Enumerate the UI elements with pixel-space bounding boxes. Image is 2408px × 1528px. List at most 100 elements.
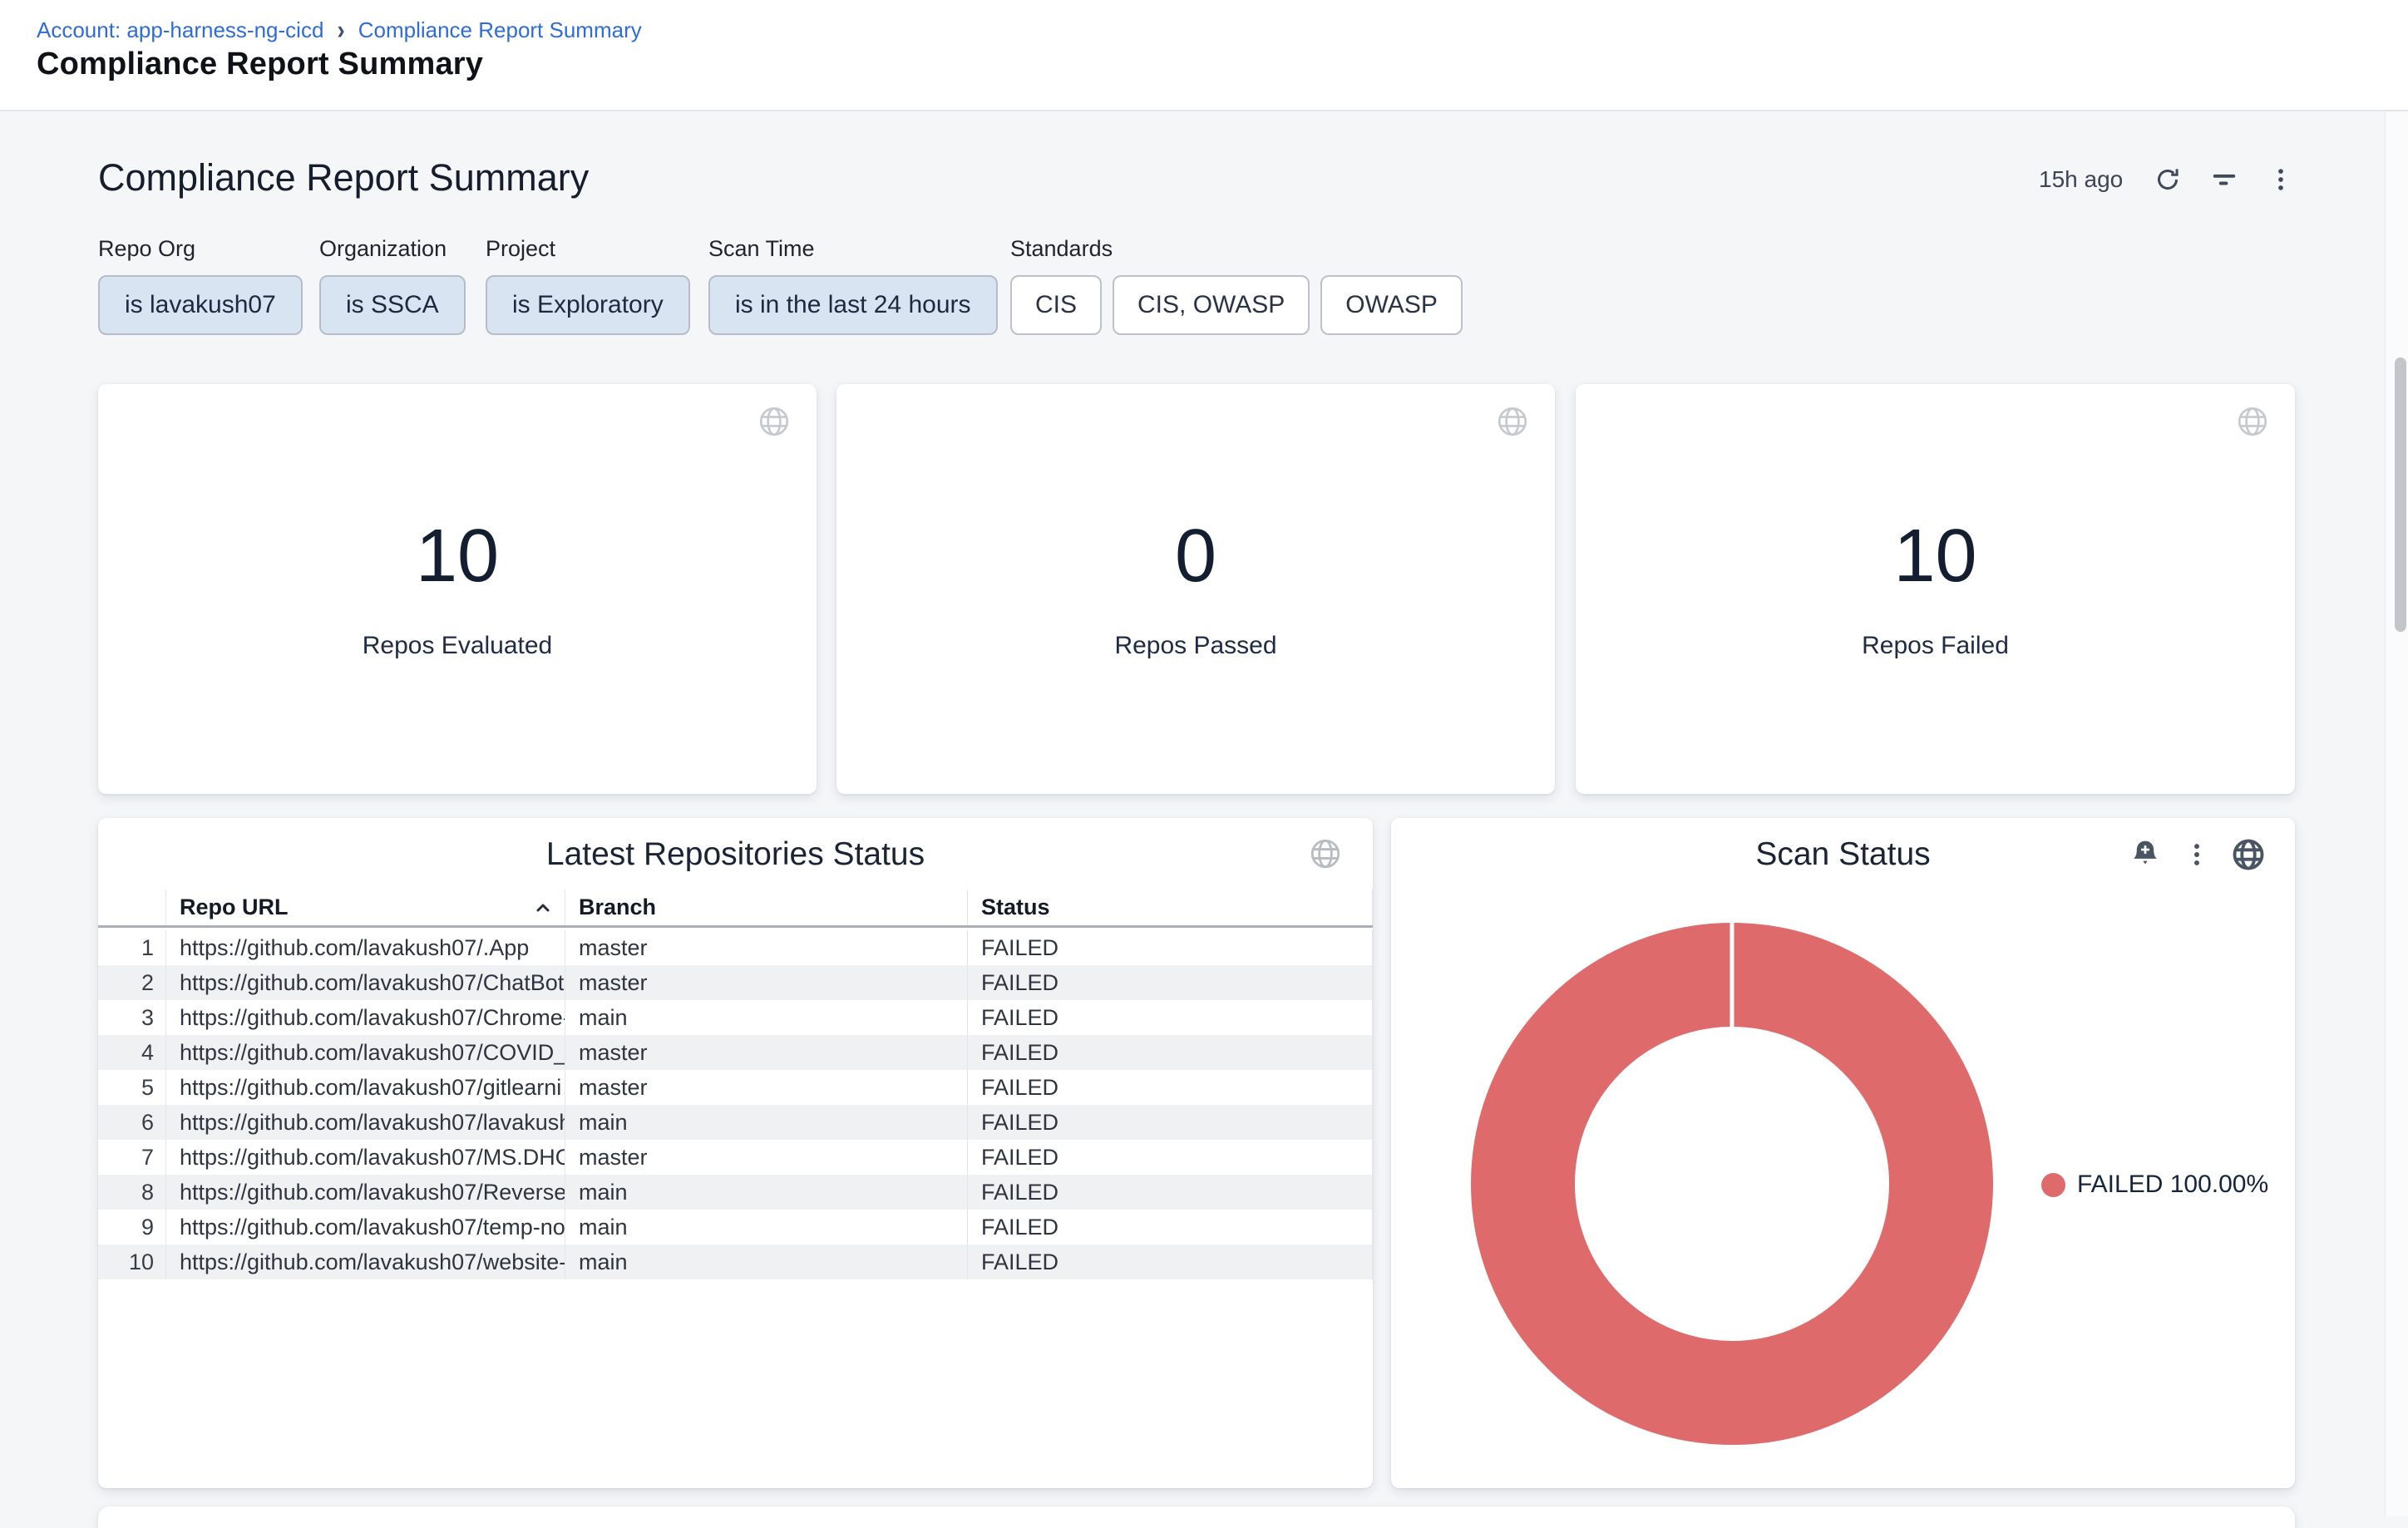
cell-repo-url: https://github.com/lavakush07/website-1: [166, 1245, 565, 1279]
filter-icon[interactable]: [2208, 163, 2241, 196]
cell-repo-url: https://github.com/lavakush07/Chrome-…: [166, 1000, 565, 1035]
cell-branch: master: [565, 1070, 968, 1105]
globe-icon[interactable]: [1495, 404, 1530, 439]
cell-status: FAILED: [968, 1070, 1373, 1105]
row-number: 10: [98, 1245, 166, 1279]
kebab-menu-icon[interactable]: [2264, 163, 2297, 196]
row-number: 2: [98, 965, 166, 1000]
table-row: 3 https://github.com/lavakush07/Chrome-……: [98, 1000, 1373, 1035]
cell-repo-url: https://github.com/lavakush07/COVID_T…: [166, 1035, 565, 1070]
top-header: Account: app-harness-ng-cicd › Complianc…: [0, 0, 2408, 111]
chevron-up-icon: [533, 898, 553, 918]
table-row: 4 https://github.com/lavakush07/COVID_T……: [98, 1035, 1373, 1070]
table-row: 5 https://github.com/lavakush07/gitlearn…: [98, 1070, 1373, 1105]
table-row: 8 https://github.com/lavakush07/Reverse-…: [98, 1175, 1373, 1210]
scan-panel-actions: [2127, 836, 2267, 873]
filter-label: Standards: [1010, 236, 1463, 262]
filter-chip-repo-org[interactable]: is lavakush07: [98, 275, 303, 335]
cell-status: FAILED: [968, 1175, 1373, 1210]
row-number: 4: [98, 1035, 166, 1070]
cell-status: FAILED: [968, 1000, 1373, 1035]
cell-status: FAILED: [968, 930, 1373, 965]
stat-value: 0: [1175, 519, 1216, 594]
column-header-repo-url[interactable]: Repo URL: [166, 890, 565, 925]
donut-slice-failed[interactable]: [1523, 975, 1942, 1393]
globe-icon[interactable]: [2235, 404, 2270, 439]
kebab-menu-icon[interactable]: [2179, 836, 2215, 873]
filter-label: Project: [486, 236, 690, 262]
stat-label: Repos Evaluated: [363, 632, 553, 660]
cell-branch: main: [565, 1210, 968, 1245]
cell-branch: main: [565, 1245, 968, 1279]
dashboard-title: Compliance Report Summary: [98, 156, 589, 200]
table-row: 1 https://github.com/lavakush07/.App mas…: [98, 930, 1373, 965]
column-header-status[interactable]: Status: [968, 890, 1373, 925]
table-body: 1 https://github.com/lavakush07/.App mas…: [98, 930, 1373, 1279]
bell-plus-icon[interactable]: [2127, 836, 2164, 873]
cell-branch: master: [565, 1140, 968, 1175]
globe-icon[interactable]: [1308, 836, 1343, 871]
breadcrumb-separator: ›: [337, 15, 344, 46]
scrollbar-track[interactable]: [2385, 111, 2408, 1516]
latest-repositories-panel: Latest Repositories Status Repo URL Bran…: [98, 818, 1373, 1488]
cell-branch: main: [565, 1175, 968, 1210]
last-updated-text: 15h ago: [2039, 166, 2123, 193]
stat-card-repos-failed: 10 Repos Failed: [1576, 384, 2295, 794]
cell-status: FAILED: [968, 1035, 1373, 1070]
cell-branch: master: [565, 930, 968, 965]
globe-icon[interactable]: [757, 404, 792, 439]
row-number: 5: [98, 1070, 166, 1105]
cell-status: FAILED: [968, 1210, 1373, 1245]
breadcrumb-account-link[interactable]: Account: app-harness-ng-cicd: [37, 17, 323, 43]
cell-status: FAILED: [968, 1245, 1373, 1279]
row-number: 8: [98, 1175, 166, 1210]
filter-chip-project[interactable]: is Exploratory: [486, 275, 690, 335]
cell-repo-url: https://github.com/lavakush07/MS.DHO…: [166, 1140, 565, 1175]
standards-option-owasp[interactable]: OWASP: [1320, 275, 1463, 335]
table-row: 9 https://github.com/lavakush07/temp-no……: [98, 1210, 1373, 1245]
cell-branch: master: [565, 965, 968, 1000]
scrollbar-thumb[interactable]: [2395, 357, 2406, 632]
globe-icon[interactable]: [2230, 836, 2267, 873]
cell-repo-url: https://github.com/lavakush07/.App: [166, 930, 565, 965]
table-panel-title: Latest Repositories Status: [98, 836, 1373, 873]
cell-repo-url: https://github.com/lavakush07/temp-no…: [166, 1210, 565, 1245]
filter-standards: Standards CIS CIS, OWASP OWASP: [1010, 236, 1463, 335]
table-row: 7 https://github.com/lavakush07/MS.DHO… …: [98, 1140, 1373, 1175]
cell-branch: main: [565, 1105, 968, 1140]
standards-option-cis[interactable]: CIS: [1010, 275, 1102, 335]
filter-repo-org: Repo Org is lavakush07: [98, 236, 303, 335]
table-row: 6 https://github.com/lavakush07/lavakush…: [98, 1105, 1373, 1140]
filter-label: Organization: [319, 236, 466, 262]
row-number: 3: [98, 1000, 166, 1035]
table-row: 2 https://github.com/lavakush07/ChatBot …: [98, 965, 1373, 1000]
filter-chip-organization[interactable]: is SSCA: [319, 275, 466, 335]
filter-label: Repo Org: [98, 236, 303, 262]
cell-repo-url: https://github.com/lavakush07/lavakush…: [166, 1105, 565, 1140]
filter-project: Project is Exploratory: [486, 236, 690, 335]
filter-chip-scan-time[interactable]: is in the last 24 hours: [708, 275, 998, 335]
cell-status: FAILED: [968, 1105, 1373, 1140]
stat-value: 10: [416, 519, 499, 594]
page-title: Compliance Report Summary: [37, 47, 483, 82]
scan-status-panel: Scan Status FAI: [1391, 818, 2295, 1488]
legend-label: FAILED 100.00%: [2077, 1171, 2268, 1199]
filter-organization: Organization is SSCA: [319, 236, 466, 335]
refresh-icon[interactable]: [2151, 163, 2184, 196]
scan-status-donut-chart: [1458, 909, 2006, 1458]
cell-status: FAILED: [968, 1140, 1373, 1175]
chart-legend-item-failed[interactable]: FAILED 100.00%: [2041, 1171, 2268, 1199]
breadcrumb: Account: app-harness-ng-cicd › Complianc…: [37, 17, 642, 43]
stat-card-repos-passed: 0 Repos Passed: [836, 384, 1555, 794]
breadcrumb-current-link[interactable]: Compliance Report Summary: [358, 17, 642, 43]
column-header-row-number: [98, 890, 166, 925]
column-header-branch[interactable]: Branch: [565, 890, 968, 925]
cell-repo-url: https://github.com/lavakush07/gitlearni…: [166, 1070, 565, 1105]
standards-option-cis-owasp[interactable]: CIS, OWASP: [1113, 275, 1310, 335]
row-number: 9: [98, 1210, 166, 1245]
row-number: 1: [98, 930, 166, 965]
table-header-row: Repo URL Branch Status: [98, 890, 1373, 928]
dashboard-toolbar: 15h ago: [2039, 163, 2297, 196]
cell-branch: master: [565, 1035, 968, 1070]
stat-label: Repos Passed: [1114, 632, 1276, 660]
